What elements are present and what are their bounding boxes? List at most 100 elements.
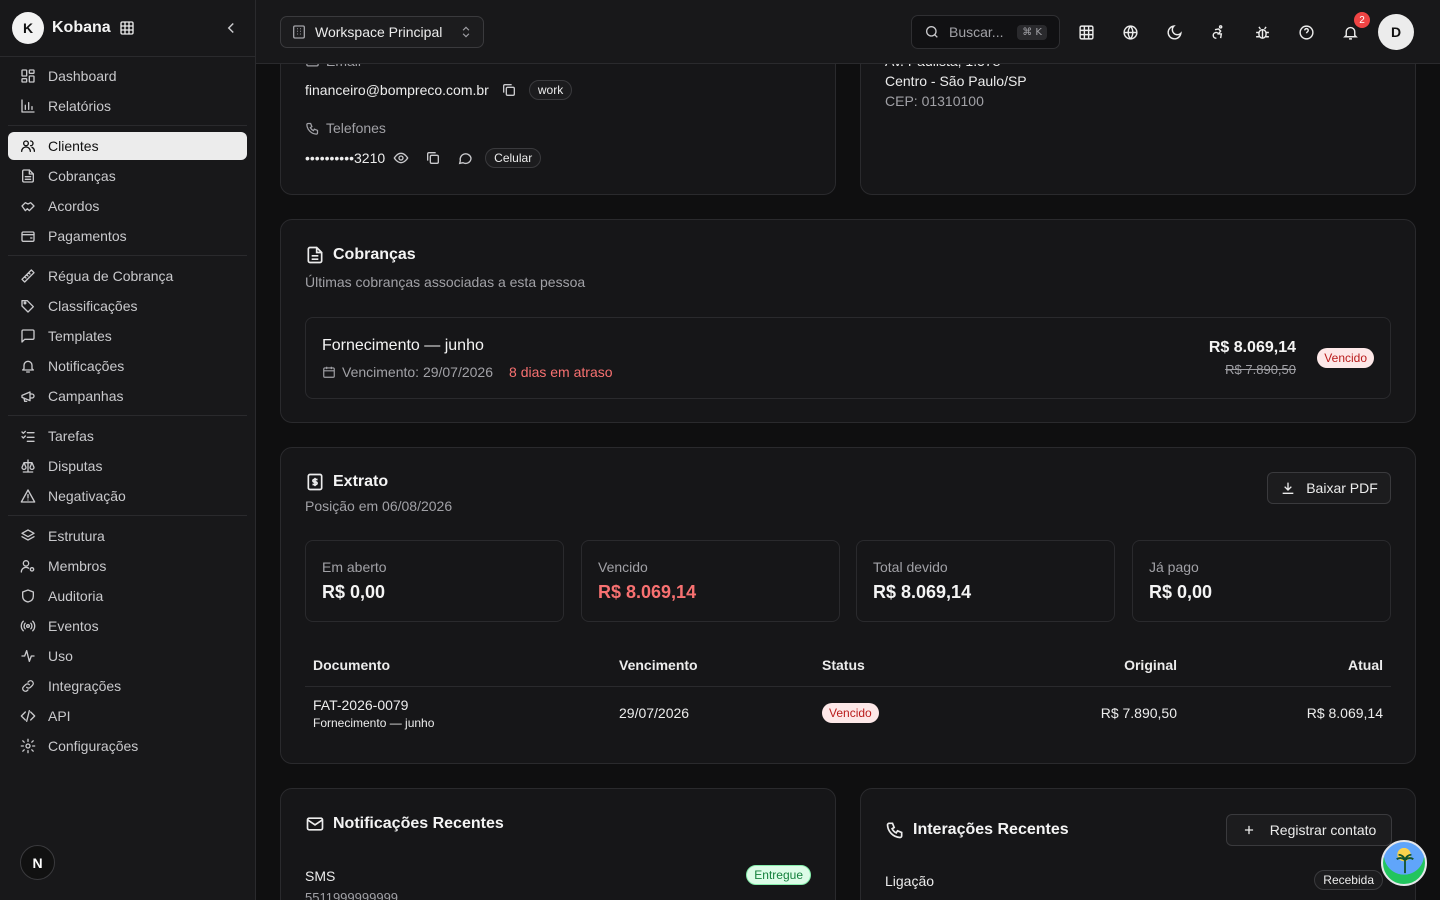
stat-label: Em aberto [322, 559, 387, 575]
sidebar-item-label: Tarefas [48, 428, 94, 444]
cobranca-amount: R$ 8.069,14 [1208, 339, 1296, 356]
extrato-header: Extrato [305, 472, 388, 492]
copy-phone-icon[interactable] [425, 150, 441, 166]
sidebar-item-acordos[interactable]: Acordos [8, 192, 247, 220]
copy-icon[interactable] [501, 82, 517, 98]
brand-name[interactable]: Kobana [52, 19, 111, 37]
tags-icon [20, 298, 36, 314]
user-cog-icon [20, 558, 36, 574]
sidebar-item-membros[interactable]: Membros [8, 552, 247, 580]
sidebar-item-label: Disputas [48, 458, 103, 474]
chevrons-up-down-icon [459, 25, 473, 39]
sidebar: K Kobana Dashboard Relatórios Clientes Cobr… [0, 0, 256, 900]
user-avatar[interactable]: D [1378, 14, 1414, 50]
sidebar-item-cobrancas[interactable]: Cobranças [8, 162, 247, 190]
table-divider [305, 686, 1391, 687]
col-atual: Atual [1348, 657, 1383, 673]
message-icon[interactable] [457, 150, 473, 166]
workspace-name: Workspace Principal [315, 24, 443, 40]
moon-icon[interactable] [1164, 22, 1184, 42]
search-shortcut: ⌘ K [1017, 24, 1047, 40]
sidebar-item-label: Auditoria [48, 588, 104, 604]
help-icon[interactable] [1296, 22, 1316, 42]
sidebar-item-label: Clientes [48, 138, 99, 154]
eye-icon[interactable] [393, 150, 409, 166]
sidebar-item-dashboard[interactable]: Dashboard [8, 62, 247, 90]
table-icon[interactable] [119, 20, 135, 36]
notif-status: Entregue [746, 865, 811, 885]
building-icon [291, 24, 307, 40]
shield-icon [20, 588, 36, 604]
sidebar-item-label: Estrutura [48, 528, 105, 544]
sidebar-item-regua-de-cobranca[interactable]: Régua de Cobrança [8, 262, 247, 290]
activity-icon [20, 648, 36, 664]
phone-row: ••••••••••3210 Celular [305, 148, 542, 168]
cobranca-item[interactable]: Fornecimento — junho Vencimento: 29/07/2… [305, 317, 1391, 399]
handshake-icon [20, 198, 36, 214]
stat-value: R$ 0,00 [1149, 582, 1213, 602]
sidebar-item-uso[interactable]: Uso [8, 642, 247, 670]
sidebar-item-disputas[interactable]: Disputas [8, 452, 247, 480]
sidebar-item-integracoes[interactable]: Integrações [8, 672, 247, 700]
table-view-icon[interactable] [1076, 22, 1096, 42]
sidebar-item-label: Classificações [48, 298, 138, 314]
sidebar-item-pagamentos[interactable]: Pagamentos [8, 222, 247, 250]
sidebar-item-templates[interactable]: Templates [8, 322, 247, 350]
nav-divider [8, 515, 247, 516]
interacao-status: Recebida [1314, 870, 1383, 890]
sidebar-item-label: Dashboard [48, 68, 117, 84]
phone-icon [885, 820, 905, 840]
calendar-icon [322, 365, 336, 379]
col-status: Status [822, 657, 865, 673]
sidebar-item-label: Cobranças [48, 168, 116, 184]
assistant-bubble[interactable] [1381, 840, 1427, 886]
row-current: R$ 8.069,14 [1306, 705, 1383, 721]
sidebar-item-notificacoes[interactable]: Notificações [8, 352, 247, 380]
download-pdf-button[interactable]: Baixar PDF [1267, 472, 1391, 504]
code-icon [20, 708, 36, 724]
sidebar-item-configuracoes[interactable]: Configurações [8, 732, 247, 760]
sidebar-item-label: Templates [48, 328, 112, 344]
sidebar-item-tarefas[interactable]: Tarefas [8, 422, 247, 450]
sidebar-item-auditoria[interactable]: Auditoria [8, 582, 247, 610]
phone-label-row: Telefones [305, 120, 386, 136]
sidebar-item-classificacoes[interactable]: Classificações [8, 292, 247, 320]
sidebar-item-eventos[interactable]: Eventos [8, 612, 247, 640]
cobranca-late: 8 dias em atraso [509, 364, 613, 380]
globe-icon[interactable] [1120, 22, 1140, 42]
bar-chart-icon [20, 98, 36, 114]
cobranca-status: Vencido [1317, 348, 1374, 368]
search-box[interactable]: Buscar... ⌘ K [911, 15, 1060, 49]
address-cep: CEP: 01310100 [885, 93, 984, 109]
sidebar-item-relatorios[interactable]: Relatórios [8, 92, 247, 120]
sidebar-item-label: Eventos [48, 618, 99, 634]
file-text-icon [305, 245, 325, 265]
register-contact-button[interactable]: Registrar contato [1226, 814, 1392, 846]
scale-icon [20, 458, 36, 474]
radio-icon [20, 618, 36, 634]
notif-channel: SMS [305, 868, 336, 884]
accessibility-icon[interactable] [1208, 22, 1228, 42]
plus-icon [1242, 823, 1256, 837]
sidebar-item-clientes[interactable]: Clientes [8, 132, 247, 160]
workspace-selector[interactable]: Workspace Principal [280, 16, 484, 48]
sidebar-item-estrutura[interactable]: Estrutura [8, 522, 247, 550]
search-icon [924, 24, 940, 40]
file-text-icon [20, 168, 36, 184]
sidebar-item-negativacao[interactable]: Negativação [8, 482, 247, 510]
footer-badge[interactable]: N [20, 845, 55, 880]
sidebar-item-campanhas[interactable]: Campanhas [8, 382, 247, 410]
cobranca-name: Fornecimento — junho [322, 337, 484, 354]
stat-ja-pago: Já pago R$ 0,00 [1132, 540, 1391, 622]
sidebar-item-api[interactable]: API [8, 702, 247, 730]
palm-tree-icon [1394, 851, 1416, 875]
stat-value: R$ 0,00 [322, 582, 386, 602]
sidebar-item-label: Uso [48, 648, 73, 664]
download-icon [1280, 480, 1296, 496]
nav-divider [8, 255, 247, 256]
bug-icon[interactable] [1252, 22, 1272, 42]
brand-logo[interactable]: K [12, 12, 44, 44]
collapse-sidebar-icon[interactable] [222, 19, 240, 37]
search-placeholder: Buscar... [949, 24, 1004, 40]
alert-triangle-icon [20, 488, 36, 504]
